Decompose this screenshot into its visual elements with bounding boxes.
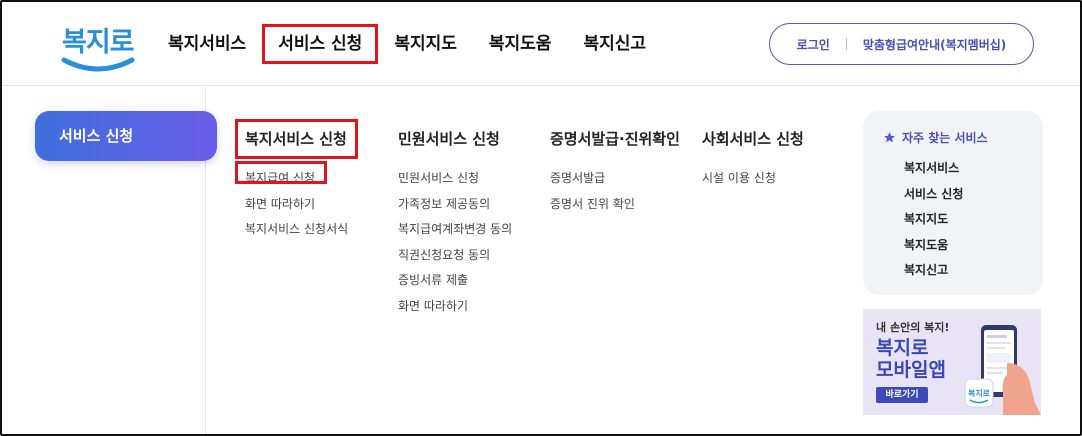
logo[interactable]: 복지로 [58,16,138,78]
quick-link[interactable]: 복지서비스 [904,156,963,182]
menu-item[interactable]: 가족정보 제공동의 [398,192,512,218]
quick-link[interactable]: 서비스 신청 [904,182,963,208]
header: 복지로 복지서비스 서비스 신청 복지지도 복지도움 복지신고 로그인 맞춤형급… [2,2,1080,86]
menu-item[interactable]: 증명서발급 [550,166,680,192]
menu-column-title[interactable]: 사회서비스 신청 [702,126,804,152]
mobile-app-banner[interactable]: 내 손안의 복지! 복지로 모바일앱 바로가기 복지로 [863,309,1041,415]
star-icon [884,132,895,143]
quick-service-header: 자주 찾는 서비스 [883,129,988,146]
logo-smile-icon [61,57,135,72]
nav-welfare-report[interactable]: 복지신고 [567,24,662,64]
page-frame: 복지로 복지서비스 서비스 신청 복지지도 복지도움 복지신고 로그인 맞춤형급… [0,0,1082,436]
menu-item[interactable]: 화면 따라하기 [245,192,348,218]
menu-item[interactable]: 민원서비스 신청 [398,166,512,192]
util-divider [845,38,847,50]
menu-column-certificate: 증명서발급·진위확인 증명서발급 증명서 진위 확인 [550,126,680,217]
nav-welfare-help[interactable]: 복지도움 [473,24,568,64]
nav-welfare-service[interactable]: 복지서비스 [152,24,262,64]
side-panel: 서비스 신청 [2,87,217,434]
nav-welfare-map[interactable]: 복지지도 [378,24,473,64]
menu-item[interactable]: 증빙서류 제출 [398,268,512,294]
login-link[interactable]: 로그인 [797,36,830,53]
util-box: 로그인 맞춤형급여안내(복지멤버십) [769,23,1034,65]
quick-link[interactable]: 복지신고 [904,258,963,284]
menu-column-social-service: 사회서비스 신청 시설 이용 신청 [702,126,804,192]
quick-link[interactable]: 복지도움 [904,233,963,259]
menu-item[interactable]: 복지급여계좌변경 동의 [398,217,512,243]
membership-guide-link[interactable]: 맞춤형급여안내(복지멤버십) [863,36,1006,53]
phone-app-logo-text: 복지로 [968,388,991,398]
nav-service-apply[interactable]: 서비스 신청 [262,24,379,64]
menu-item[interactable]: 증명서 진위 확인 [550,192,680,218]
menu-column-title[interactable]: 민원서비스 신청 [398,126,512,152]
phone-hand-icon: 복지로 [964,325,1041,415]
logo-text: 복지로 [62,27,135,58]
side-category-button[interactable]: 서비스 신청 [35,111,217,161]
banner-go-button[interactable]: 바로가기 [876,387,928,403]
highlight-box-title [235,119,358,159]
menu-item[interactable]: 시설 이용 신청 [702,166,804,192]
highlight-box-item [235,161,327,184]
menu-item[interactable]: 복지서비스 신청서식 [245,217,348,243]
quick-link[interactable]: 복지지도 [904,207,963,233]
menu-item[interactable]: 직권신청요청 동의 [398,243,512,269]
quick-service-panel: 자주 찾는 서비스 복지서비스 서비스 신청 복지지도 복지도움 복지신고 [863,111,1043,295]
menu-column-civil-apply: 민원서비스 신청 민원서비스 신청 가족정보 제공동의 복지급여계좌변경 동의 … [398,126,512,320]
menu-column-title[interactable]: 증명서발급·진위확인 [550,126,680,152]
banner-subtitle: 내 손안의 복지! [876,321,950,334]
menu-item[interactable]: 화면 따라하기 [398,294,512,320]
global-nav: 복지서비스 서비스 신청 복지지도 복지도움 복지신고 [152,2,662,86]
quick-service-title: 자주 찾는 서비스 [902,131,988,145]
